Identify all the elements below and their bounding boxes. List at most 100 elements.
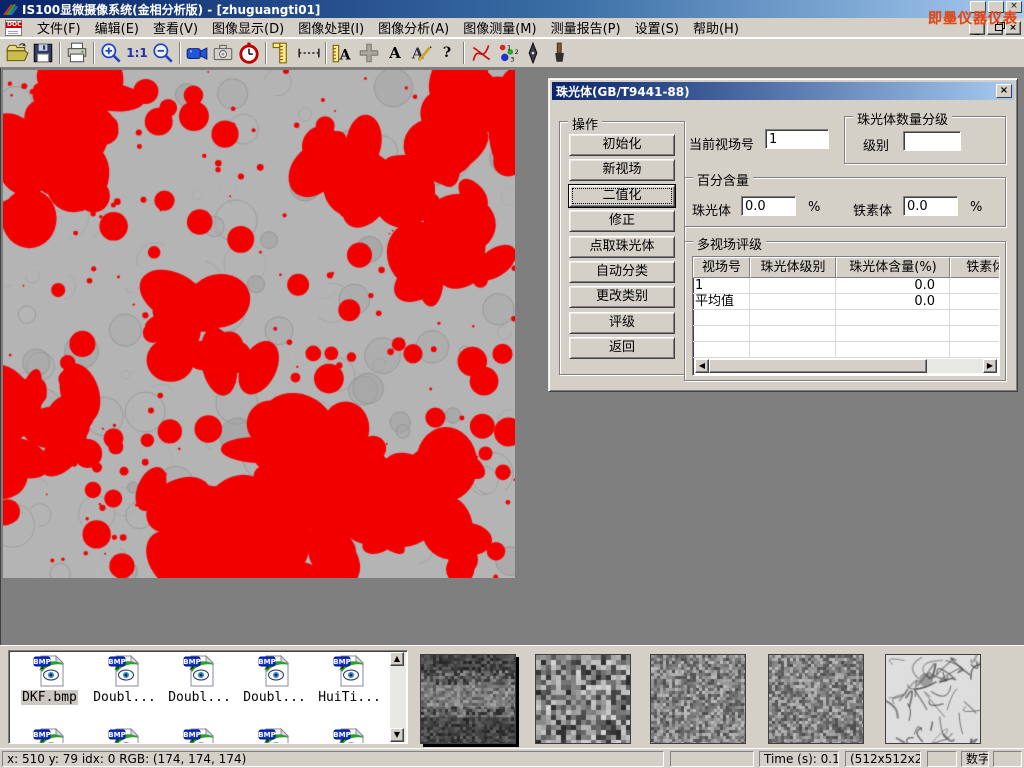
table-cell xyxy=(750,326,836,342)
text-edit-icon[interactable]: A xyxy=(408,40,434,66)
table-row[interactable]: 平均值0.0 xyxy=(693,294,999,310)
level-input[interactable] xyxy=(903,131,961,151)
menu-items: 文件(F)编辑(E)查看(V)图像显示(D)图像处理(I)图像分析(A)图像测量… xyxy=(30,16,746,39)
file-item-Doubl...[interactable]: BMPDoubl... xyxy=(88,654,161,705)
thumbnail-2[interactable] xyxy=(535,654,631,744)
operations-group-label: 操作 xyxy=(568,114,602,133)
window-restore-button[interactable] xyxy=(988,1,1004,13)
table-row[interactable] xyxy=(693,310,999,326)
save-icon[interactable] xyxy=(30,40,56,66)
menu-item-10[interactable]: 帮助(H) xyxy=(686,16,746,39)
ruler-vertical-icon[interactable] xyxy=(270,40,296,66)
menu-item-2[interactable]: 编辑(E) xyxy=(88,16,146,39)
file-item-row2[interactable]: BMP xyxy=(163,727,236,744)
menu-item-1[interactable]: 文件(F) xyxy=(30,16,88,39)
move-cross-icon[interactable] xyxy=(356,40,382,66)
app-logo-icon xyxy=(2,2,18,16)
ruler-calibrate-icon[interactable]: A xyxy=(330,40,356,66)
file-item-Doubl...[interactable]: BMPDoubl... xyxy=(238,654,311,705)
scroll-up-icon[interactable]: ▲ xyxy=(390,652,404,666)
table-row[interactable]: 10.0 xyxy=(693,278,999,294)
file-item-row2[interactable]: BMP xyxy=(88,727,161,744)
pearlite-input[interactable]: 0.0 xyxy=(741,196,796,216)
menu-item-7[interactable]: 图像测量(M) xyxy=(456,16,543,39)
bottom-panel: ▲ ▼ BMPDKF.bmpBMPDoubl...BMPDoubl...BMPD… xyxy=(0,645,1024,748)
pen-icon[interactable] xyxy=(520,40,546,66)
table-header-2[interactable]: 珠光体级别 xyxy=(750,257,836,278)
op-button-8[interactable]: 评级 xyxy=(569,312,675,334)
curve-draw-icon[interactable] xyxy=(468,40,494,66)
menu-item-4[interactable]: 图像显示(D) xyxy=(205,16,291,39)
table-header-4[interactable]: 铁素体含量(%) xyxy=(950,257,1000,278)
op-button-1[interactable]: 初始化 xyxy=(569,134,675,156)
file-name: Doubl... xyxy=(242,690,307,705)
file-item-row2[interactable]: BMP xyxy=(13,727,86,744)
window-minimize-button[interactable] xyxy=(970,1,986,13)
op-button-3[interactable]: 二值化 xyxy=(569,185,675,207)
thumbnail-3[interactable] xyxy=(650,654,746,744)
percent-group-label: 百分含量 xyxy=(693,170,753,189)
table-header-1[interactable]: 视场号 xyxy=(693,257,750,278)
table-cell xyxy=(950,326,1000,342)
brush-icon[interactable] xyxy=(546,40,572,66)
thumbnail-4[interactable] xyxy=(768,654,864,744)
menu-item-8[interactable]: 测量报告(P) xyxy=(544,16,628,39)
file-item-HuiTi...[interactable]: BMPHuiTi... xyxy=(313,654,386,705)
file-browser-scrollbar[interactable]: ▲ ▼ xyxy=(390,652,406,742)
stopwatch-icon[interactable] xyxy=(236,40,262,66)
zoom-in-icon[interactable] xyxy=(98,40,124,66)
scroll-right-icon[interactable]: ▶ xyxy=(983,359,997,373)
scroll-left-icon[interactable]: ◀ xyxy=(695,359,709,373)
mdi-minimize-button[interactable]: _ xyxy=(969,21,985,35)
print-icon[interactable] xyxy=(64,40,90,66)
op-button-4[interactable]: 修正 xyxy=(569,210,675,232)
zoom-out-icon[interactable] xyxy=(150,40,176,66)
help-icon[interactable]: ? xyxy=(434,40,460,66)
table-header-3[interactable]: 珠光体含量(%) xyxy=(836,257,950,278)
status-bar: x: 510 y: 79 idx: 0 RGB: (174, 174, 174)… xyxy=(0,748,1024,768)
dialog-close-icon[interactable]: × xyxy=(996,84,1012,98)
file-item-DKF.bmp[interactable]: BMPDKF.bmp xyxy=(13,654,86,705)
ruler-horizontal-icon[interactable] xyxy=(296,40,322,66)
menu-item-3[interactable]: 查看(V) xyxy=(146,16,205,39)
menu-item-5[interactable]: 图像处理(I) xyxy=(291,16,371,39)
menu-item-9[interactable]: 设置(S) xyxy=(628,16,686,39)
window-close-button[interactable]: × xyxy=(1006,1,1022,13)
table-cell xyxy=(950,342,1000,358)
point-count-icon[interactable]: 123 xyxy=(494,40,520,66)
op-button-9[interactable]: 返回 xyxy=(569,337,675,359)
current-field-input[interactable]: 1 xyxy=(765,129,829,149)
file-item-row2[interactable]: BMP xyxy=(238,727,311,744)
window-title: IS100显微摄像系统(金相分析版) - [zhuguangti01] xyxy=(22,1,320,18)
thumbnail-1[interactable] xyxy=(420,654,516,744)
rating-table[interactable]: 视场号珠光体级别珠光体含量(%)铁素体含量(%) 10.0平均值0.0 ◀ ▶ xyxy=(692,256,1000,376)
table-cell xyxy=(836,326,950,342)
actual-size-icon[interactable]: 1:1 xyxy=(124,40,150,66)
open-file-icon[interactable] xyxy=(4,40,30,66)
photo-camera-icon[interactable] xyxy=(210,40,236,66)
cursor-status: x: 510 y: 79 idx: 0 RGB: (174, 174, 174) xyxy=(2,751,664,767)
file-item-Doubl...[interactable]: BMPDoubl... xyxy=(163,654,236,705)
op-button-6[interactable]: 自动分类 xyxy=(569,261,675,283)
metallographic-image[interactable] xyxy=(3,70,515,578)
menu-item-6[interactable]: 图像分析(A) xyxy=(371,16,456,39)
table-row[interactable] xyxy=(693,326,999,342)
table-row[interactable] xyxy=(693,342,999,358)
menu-bar: DOC 文件(F)编辑(E)查看(V)图像显示(D)图像处理(I)图像分析(A)… xyxy=(0,18,1024,38)
mdi-restore-button[interactable] xyxy=(987,21,1003,35)
op-button-7[interactable]: 更改类别 xyxy=(569,286,675,308)
svg-text:BMP: BMP xyxy=(33,731,50,739)
table-horizontal-scrollbar[interactable]: ◀ ▶ xyxy=(695,359,997,373)
thumbnail-5[interactable] xyxy=(885,654,981,744)
mdi-close-button[interactable]: × xyxy=(1005,21,1021,35)
ferrite-input[interactable]: 0.0 xyxy=(903,196,958,216)
op-button-2[interactable]: 新视场 xyxy=(569,159,675,181)
document-icon[interactable]: DOC xyxy=(5,20,22,36)
scroll-down-icon[interactable]: ▼ xyxy=(390,728,404,742)
text-label-icon[interactable]: A xyxy=(382,40,408,66)
dialog-title-bar[interactable]: 珠光体(GB/T9441-88) × xyxy=(552,82,1014,100)
file-item-row2[interactable]: BMP xyxy=(313,727,386,744)
scrollbar-thumb[interactable] xyxy=(709,359,927,373)
op-button-5[interactable]: 点取珠光体 xyxy=(569,236,675,258)
video-camera-icon[interactable] xyxy=(184,40,210,66)
